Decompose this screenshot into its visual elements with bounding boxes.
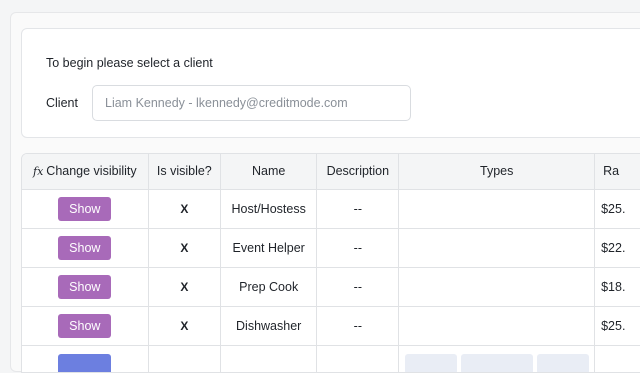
is-visible-cell: X xyxy=(148,306,220,345)
description-cell: -- xyxy=(317,228,399,267)
client-selection-card: To begin please select a client Client xyxy=(21,28,640,138)
header-is-visible[interactable]: Is visible? xyxy=(148,154,220,189)
name-cell: Host/Hostess xyxy=(221,189,317,228)
type-pill xyxy=(537,354,589,373)
show-button[interactable]: Show xyxy=(58,275,111,299)
change-visibility-cell: Show xyxy=(22,189,148,228)
types-cell xyxy=(399,306,595,345)
types-cell xyxy=(399,267,595,306)
header-rate[interactable]: Ra xyxy=(595,154,640,189)
is-visible-cell: X xyxy=(148,267,220,306)
fx-icon: fx xyxy=(33,165,43,178)
is-visible-cell: X xyxy=(148,228,220,267)
type-pill xyxy=(461,354,533,373)
name-cell xyxy=(221,345,317,373)
visible-x-mark: X xyxy=(180,319,188,333)
header-change-visibility[interactable]: fxChange visibility xyxy=(22,154,148,189)
show-button-partial[interactable] xyxy=(58,354,111,373)
visible-x-mark: X xyxy=(180,202,188,216)
change-visibility-cell: Show xyxy=(22,306,148,345)
show-button[interactable]: Show xyxy=(58,197,111,221)
visible-x-mark: X xyxy=(180,241,188,255)
show-button[interactable]: Show xyxy=(58,314,111,338)
header-types[interactable]: Types xyxy=(399,154,595,189)
name-cell: Dishwasher xyxy=(221,306,317,345)
client-input[interactable] xyxy=(92,85,411,121)
table-header-row: fxChange visibility Is visible? Name Des… xyxy=(22,154,640,189)
change-visibility-cell xyxy=(22,345,148,373)
table-row xyxy=(22,345,640,373)
roles-table: fxChange visibility Is visible? Name Des… xyxy=(22,154,640,373)
rate-cell: $22. xyxy=(595,228,640,267)
table-row: Show X Host/Hostess -- $25. xyxy=(22,189,640,228)
is-visible-cell xyxy=(148,345,220,373)
change-visibility-cell: Show xyxy=(22,228,148,267)
rate-cell: $25. xyxy=(595,189,640,228)
table-row: Show X Dishwasher -- $25. xyxy=(22,306,640,345)
header-name[interactable]: Name xyxy=(221,154,317,189)
description-cell: -- xyxy=(317,267,399,306)
type-pill xyxy=(405,354,457,373)
table-row: Show X Prep Cook -- $18. xyxy=(22,267,640,306)
types-cell xyxy=(399,345,595,373)
is-visible-cell: X xyxy=(148,189,220,228)
description-cell: -- xyxy=(317,189,399,228)
client-intro-text: To begin please select a client xyxy=(46,56,213,70)
rate-cell: $25. xyxy=(595,306,640,345)
roles-table-container: fxChange visibility Is visible? Name Des… xyxy=(21,153,640,373)
change-visibility-cell: Show xyxy=(22,267,148,306)
name-cell: Prep Cook xyxy=(221,267,317,306)
header-description[interactable]: Description xyxy=(317,154,399,189)
rate-cell: $18. xyxy=(595,267,640,306)
types-cell xyxy=(399,228,595,267)
description-cell xyxy=(317,345,399,373)
show-button[interactable]: Show xyxy=(58,236,111,260)
description-cell: -- xyxy=(317,306,399,345)
rate-cell xyxy=(595,345,640,373)
client-label: Client xyxy=(46,96,78,110)
header-change-visibility-label: Change visibility xyxy=(46,164,136,178)
table-row: Show X Event Helper -- $22. xyxy=(22,228,640,267)
types-cell xyxy=(399,189,595,228)
visible-x-mark: X xyxy=(180,280,188,294)
name-cell: Event Helper xyxy=(221,228,317,267)
